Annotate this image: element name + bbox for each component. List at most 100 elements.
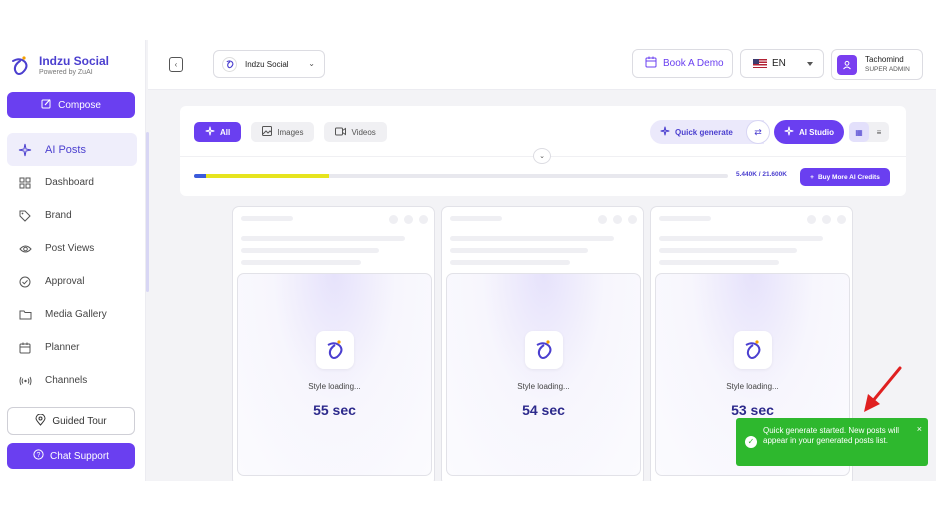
grid-view-icon[interactable]: ▦ — [849, 122, 869, 142]
sidebar-item-label: Planner — [45, 342, 80, 353]
sparkle-icon — [205, 126, 215, 138]
video-icon — [335, 127, 347, 138]
card-preview-area: Style loading... 55 sec — [237, 273, 432, 476]
buy-credits-button[interactable]: + Buy More AI Credits — [800, 168, 890, 186]
chevron-down-icon: ⌄ — [308, 59, 315, 68]
account-selector[interactable]: Indzu Social ⌄ — [213, 50, 325, 78]
skeleton-dot — [419, 215, 428, 224]
skeleton-line — [450, 260, 570, 265]
sidebar-item-dashboard[interactable]: Dashboard — [7, 166, 137, 199]
chat-support-label: Chat Support — [50, 450, 109, 462]
account-logo-icon — [222, 56, 237, 72]
skeleton-line — [659, 248, 797, 253]
sidebar-item-approval[interactable]: Approval — [7, 265, 137, 298]
style-loading-text: Style loading... — [517, 382, 570, 391]
posts-toolbar-panel: All Images Videos Quick generate ⇄ AI St… — [180, 106, 906, 196]
view-toggle: ▦ ≡ — [849, 122, 889, 142]
skeleton-dot — [822, 215, 831, 224]
media-type-tabs: All Images Videos — [194, 122, 387, 142]
post-card[interactable]: Style loading... 55 sec — [232, 206, 435, 481]
tab-images[interactable]: Images — [251, 122, 315, 142]
skeleton-line — [450, 236, 614, 241]
check-circle-icon — [18, 275, 32, 289]
user-name: Tachomind — [865, 54, 904, 64]
edit-icon — [41, 98, 52, 112]
skeleton-line — [659, 260, 779, 265]
app-logo-icon — [525, 331, 563, 369]
annotation-arrow-icon — [864, 366, 902, 412]
collapse-sidebar-icon[interactable]: ‹ — [169, 57, 183, 72]
skeleton-dot — [837, 215, 846, 224]
ai-studio-label: AI Studio — [798, 127, 835, 137]
guided-tour-label: Guided Tour — [52, 415, 107, 427]
folder-icon — [18, 308, 32, 322]
sidebar-item-label: Media Gallery — [45, 309, 107, 320]
language-label: EN — [772, 58, 786, 69]
check-circle-icon: ✓ — [745, 436, 757, 448]
buy-credits-label: Buy More AI Credits — [817, 173, 880, 181]
ai-studio-button[interactable]: AI Studio — [774, 120, 844, 144]
sidebar-item-brand[interactable]: Brand — [7, 199, 137, 232]
top-header: ‹ Indzu Social ⌄ Book A Demo EN Tachomin… — [148, 40, 936, 90]
app-logo-icon — [734, 331, 772, 369]
brand-powered-by: Powered by ZuAI — [39, 69, 93, 76]
compose-button[interactable]: Compose — [7, 92, 135, 118]
tab-all[interactable]: All — [194, 122, 242, 142]
countdown-timer: 53 sec — [731, 402, 774, 418]
skeleton-dot — [598, 215, 607, 224]
sidebar-item-label: AI Posts — [45, 143, 86, 156]
close-icon[interactable]: × — [917, 424, 922, 434]
user-role: SUPER ADMIN — [865, 65, 910, 73]
skeleton-dot — [807, 215, 816, 224]
credits-progress-fill — [194, 174, 329, 178]
countdown-timer: 54 sec — [522, 402, 565, 418]
sidebar: Indzu Social Powered by ZuAI Compose AI … — [0, 40, 149, 481]
eye-icon — [18, 242, 32, 256]
brand-header[interactable]: Indzu Social Powered by ZuAI — [8, 54, 109, 78]
skeleton-line — [241, 248, 379, 253]
book-demo-button[interactable]: Book A Demo — [632, 49, 733, 78]
language-selector[interactable]: EN — [740, 49, 824, 78]
user-menu[interactable]: Tachomind SUPER ADMIN — [831, 49, 923, 80]
quick-generate-settings-icon[interactable]: ⇄ — [746, 120, 770, 144]
list-view-icon[interactable]: ≡ — [869, 122, 889, 142]
chat-support-button[interactable]: ? Chat Support — [7, 443, 135, 469]
expand-chevron-icon[interactable]: ⌄ — [533, 148, 551, 164]
location-pin-icon — [35, 413, 46, 429]
credits-progress-bar — [194, 174, 728, 178]
book-demo-label: Book A Demo — [663, 58, 724, 69]
post-card[interactable]: Style loading... 54 sec — [441, 206, 644, 481]
sidebar-item-label: Approval — [45, 276, 85, 287]
brand-logo-icon — [8, 54, 32, 78]
sidebar-item-label: Dashboard — [45, 177, 94, 188]
sparkle-icon — [660, 126, 670, 138]
sidebar-item-channels[interactable]: Channels — [7, 364, 137, 397]
tab-videos-label: Videos — [351, 127, 376, 137]
app-logo-icon — [316, 331, 354, 369]
caret-down-icon — [807, 62, 813, 66]
sidebar-item-media-gallery[interactable]: Media Gallery — [7, 298, 137, 331]
sidebar-nav: AI Posts Dashboard Brand Post Views Appr… — [7, 133, 137, 397]
account-name: Indzu Social — [245, 59, 289, 69]
svg-text:?: ? — [37, 452, 41, 459]
credits-text: 5.440K / 21.600K — [736, 171, 787, 178]
sidebar-item-ai-posts[interactable]: AI Posts — [7, 133, 137, 166]
skeleton-line — [450, 248, 588, 253]
tab-all-label: All — [220, 127, 231, 137]
dashboard-icon — [18, 176, 32, 190]
skeleton-line — [241, 236, 405, 241]
sidebar-item-label: Brand — [45, 210, 72, 221]
skeleton-line — [659, 236, 823, 241]
us-flag-icon — [753, 59, 767, 68]
skeleton-line — [659, 216, 711, 221]
sidebar-item-label: Post Views — [45, 243, 95, 254]
skeleton-dot — [389, 215, 398, 224]
sidebar-item-planner[interactable]: Planner — [7, 331, 137, 364]
sidebar-item-post-views[interactable]: Post Views — [7, 232, 137, 265]
user-avatar-icon — [837, 54, 857, 75]
guided-tour-button[interactable]: Guided Tour — [7, 407, 135, 435]
skeleton-dot — [404, 215, 413, 224]
sidebar-scrollbar[interactable] — [146, 132, 149, 292]
toast-message: Quick generate started. New posts will a… — [763, 426, 900, 445]
tab-videos[interactable]: Videos — [324, 122, 387, 142]
